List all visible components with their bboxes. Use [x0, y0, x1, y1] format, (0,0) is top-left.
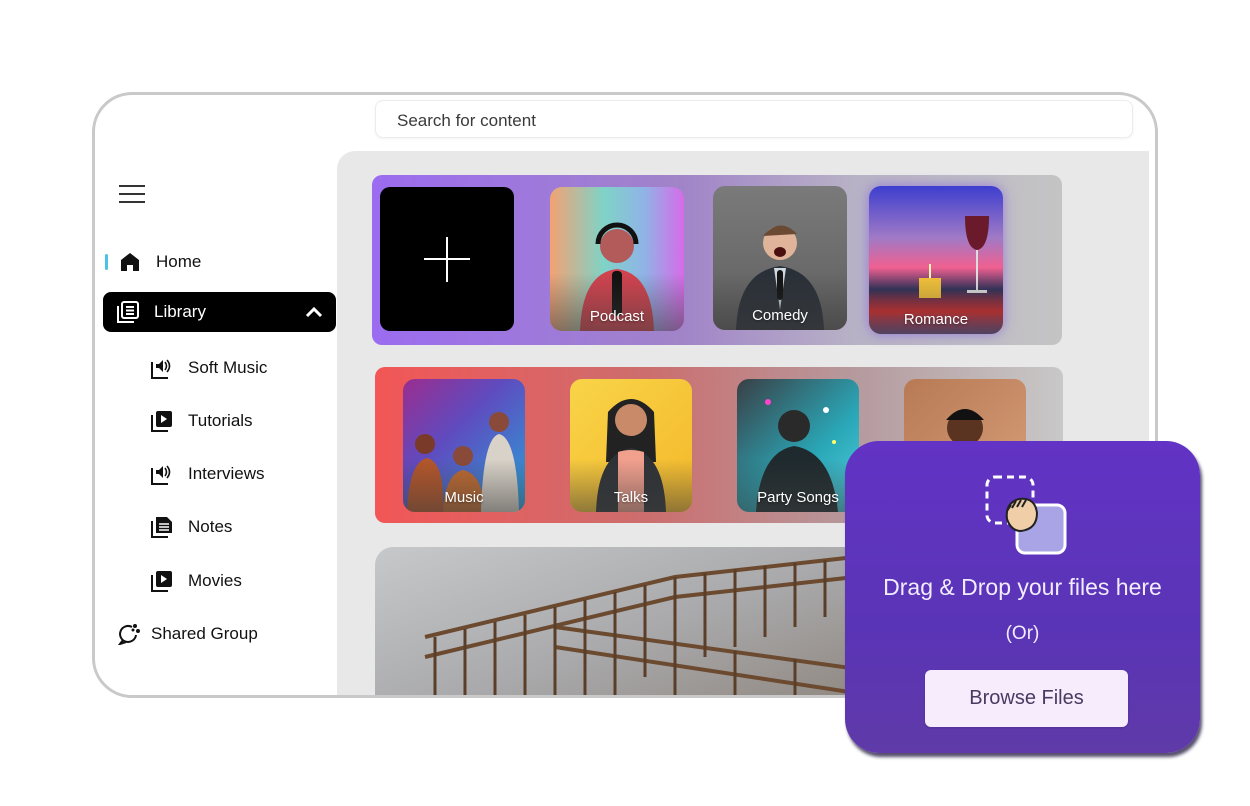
category-tile-music[interactable]: Music	[403, 379, 525, 512]
sidebar-item-notes[interactable]: Notes	[150, 515, 232, 539]
sidebar-item-label: Interviews	[188, 464, 265, 483]
category-tile-podcast[interactable]: Podcast	[550, 187, 684, 331]
sidebar-item-label: Home	[156, 252, 202, 271]
sidebar-item-label: Movies	[188, 571, 242, 590]
share-chat-icon	[117, 622, 141, 646]
sidebar-item-label: Notes	[188, 517, 233, 536]
add-content-button[interactable]	[380, 187, 514, 331]
drop-zone-or: (Or)	[1005, 623, 1040, 644]
video-library-icon	[150, 409, 174, 433]
sidebar-item-interviews[interactable]: Interviews	[150, 462, 265, 486]
sidebar-item-tutorials[interactable]: Tutorials	[150, 409, 253, 433]
sidebar-item-label: Shared Group	[151, 624, 258, 643]
library-icon	[116, 300, 140, 324]
sidebar-item-label: Soft Music	[188, 358, 268, 377]
file-drop-zone[interactable]: Drag & Drop your files here (Or) Browse …	[845, 441, 1200, 753]
category-tile-party-songs[interactable]: Party Songs	[737, 379, 859, 512]
tile-label: Comedy	[752, 307, 808, 324]
drop-zone-title: Drag & Drop your files here	[883, 574, 1162, 600]
featured-banner[interactable]	[375, 547, 915, 695]
category-tile-talks[interactable]: Talks	[570, 379, 692, 512]
tile-label: Romance	[903, 311, 969, 328]
category-tile-comedy[interactable]: Comedy	[713, 186, 847, 330]
category-tile-romance[interactable]: Romance	[869, 186, 1003, 334]
category-row: Podcast Comedy Romance	[372, 175, 1062, 345]
sidebar-item-movies[interactable]: Movies	[150, 569, 242, 593]
audio-library-icon	[150, 356, 174, 380]
browse-files-button[interactable]: Browse Files	[925, 670, 1128, 727]
home-icon	[118, 250, 142, 274]
hamburger-icon[interactable]	[119, 185, 145, 203]
sidebar-item-soft-music[interactable]: Soft Music	[150, 356, 267, 380]
search-input[interactable]: Search for content	[375, 100, 1133, 138]
tile-label: Music	[444, 489, 484, 506]
audio-library-icon	[150, 462, 174, 486]
active-indicator	[105, 254, 108, 270]
sidebar-item-label: Tutorials	[188, 411, 253, 430]
chevron-up-icon[interactable]	[304, 302, 324, 327]
sidebar-item-home[interactable]: Home	[105, 250, 201, 274]
sidebar-item-library[interactable]: Library	[103, 292, 336, 332]
tile-label: Podcast	[589, 308, 645, 325]
sidebar-item-label: Library	[154, 302, 206, 321]
tile-label: Party Songs	[757, 489, 839, 506]
sidebar-item-shared-group[interactable]: Shared Group	[117, 622, 258, 646]
document-library-icon	[150, 515, 174, 539]
video-library-icon	[150, 569, 174, 593]
drag-drop-icon	[983, 473, 1073, 563]
tile-label: Talks	[613, 489, 649, 506]
